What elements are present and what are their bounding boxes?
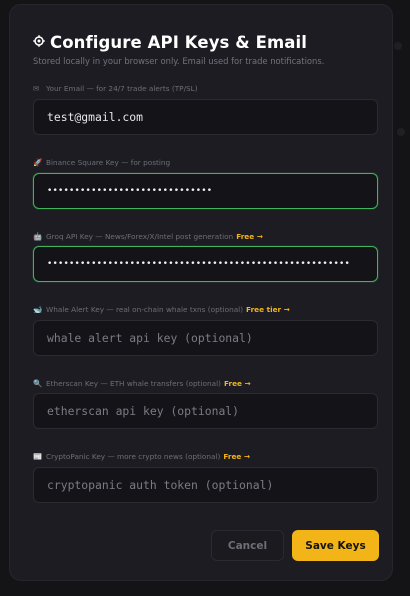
etherscan-key-input[interactable]: etherscan api key (optional) [33,393,378,429]
whale-free-link[interactable]: Free tier → [246,305,290,314]
etherscan-free-link[interactable]: Free → [224,379,251,388]
whale-alert-key-input[interactable]: whale alert api key (optional) [33,320,378,356]
binance-label-text: Binance Square Key — for posting [46,157,171,167]
magnifier-icon: 🔍 [33,378,43,388]
email-field[interactable]: test@gmail.com [33,99,378,135]
binance-key-input[interactable]: •••••••••••••••••••••••••••••• [33,173,378,209]
groq-label-text: Groq API Key — News/Forex/X/Intel post g… [46,231,234,241]
gear-icon [33,34,47,50]
modal-title: Configure API Keys & Email [33,31,373,53]
groq-free-link[interactable]: Free → [236,232,263,241]
whale-alert-key-label: 🐋 Whale Alert Key — real on-chain whale … [33,303,378,315]
modal-subtitle: Stored locally in your browser only. Ema… [33,56,325,66]
save-keys-button[interactable]: Save Keys [292,530,379,561]
email-label-text: Your Email — for 24/7 trade alerts (TP/S… [46,83,198,93]
envelope-icon: ✉ [33,83,40,93]
cryptopanic-free-link[interactable]: Free → [223,452,250,461]
robot-icon: 🤖 [33,231,43,241]
api-keys-modal: Configure API Keys & Email Stored locall… [9,4,393,581]
email-field-label: ✉ Your Email — for 24/7 trade alerts (TP… [33,82,378,94]
binance-key-label: 🚀 Binance Square Key — for posting [33,156,378,168]
cryptopanic-key-input[interactable]: cryptopanic auth token (optional) [33,467,378,503]
groq-key-input[interactable]: ••••••••••••••••••••••••••••••••••••••••… [33,246,378,282]
cryptopanic-key-label: 📰 CryptoPanic Key — more crypto news (op… [33,450,378,462]
etherscan-label-text: Etherscan Key — ETH whale transfers (opt… [46,378,221,388]
rocket-icon: 🚀 [33,157,43,167]
etherscan-key-label: 🔍 Etherscan Key — ETH whale transfers (o… [33,377,378,389]
cancel-button[interactable]: Cancel [211,530,284,561]
background-dot [394,42,402,50]
background-dot [397,128,405,136]
cryptopanic-label-text: CryptoPanic Key — more crypto news (opti… [46,451,221,461]
whale-label-text: Whale Alert Key — real on-chain whale tx… [46,304,244,314]
newspaper-icon: 📰 [33,451,43,461]
whale-icon: 🐋 [33,304,43,314]
modal-title-text: Configure API Keys & Email [50,32,308,52]
groq-key-label: 🤖 Groq API Key — News/Forex/X/Intel post… [33,230,378,242]
